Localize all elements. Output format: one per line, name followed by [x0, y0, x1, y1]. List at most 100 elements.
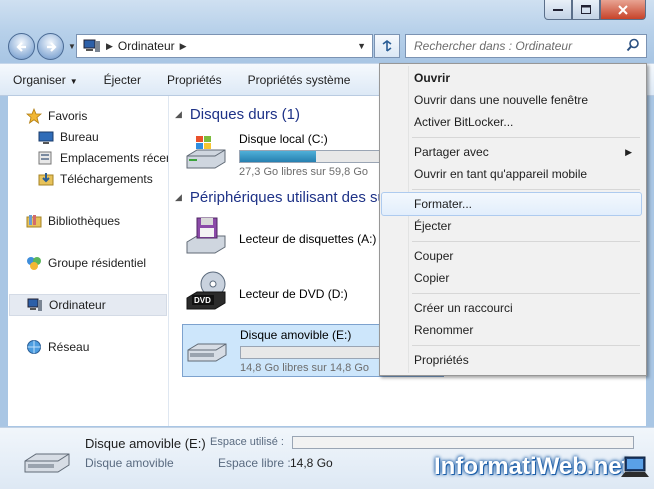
system-properties-button[interactable]: Propriétés système: [235, 73, 364, 87]
organize-menu-button[interactable]: Organiser ▼: [0, 73, 91, 87]
libraries-icon: [26, 215, 42, 228]
organize-label: Organiser: [13, 72, 66, 87]
details-free-value: 14,8 Go: [290, 456, 333, 470]
address-bar[interactable]: ▶ Ordinateur ▶ ▼: [76, 34, 373, 58]
close-button[interactable]: [600, 0, 646, 20]
menu-separator: [412, 137, 640, 138]
hard-disk-windows-icon: [186, 136, 226, 169]
drive-free-space: 14,8 Go libres sur 14,8 Go: [240, 362, 370, 374]
sidebar-item-downloads[interactable]: Téléchargements: [38, 169, 168, 189]
submenu-arrow-icon: ▶: [625, 146, 632, 157]
minimize-button[interactable]: [544, 0, 572, 20]
homegroup-icon: [27, 257, 41, 270]
chevron-down-icon: ▼: [69, 76, 78, 86]
desktop-icon: [38, 131, 54, 144]
network-icon: [27, 340, 41, 354]
sidebar-item-network[interactable]: Réseau: [26, 337, 166, 357]
drive-name: Lecteur de DVD (D:): [239, 287, 348, 301]
menu-item-format[interactable]: Formater...: [381, 192, 642, 216]
sidebar-item-label: Bureau: [60, 130, 99, 144]
details-name: Disque amovible (E:): [85, 436, 206, 451]
maximize-icon: [581, 5, 591, 14]
menu-item-create-shortcut[interactable]: Créer un raccourci: [382, 297, 642, 319]
search-icon[interactable]: [626, 38, 640, 52]
forward-button[interactable]: [37, 33, 64, 60]
drive-usage-bar: [239, 150, 381, 163]
details-used-label: Espace utilisé :: [210, 436, 284, 448]
recent-pages-dropdown[interactable]: ▼: [68, 42, 76, 51]
drive-name: Disque amovible (E:): [240, 328, 352, 342]
sidebar-item-label: Groupe résidentiel: [48, 256, 147, 270]
laptop-logo-icon: [621, 456, 649, 477]
drive-name: Disque local (C:): [239, 132, 328, 146]
details-type: Disque amovible: [85, 456, 174, 470]
menu-item-enable-bitlocker[interactable]: Activer BitLocker...: [382, 111, 642, 133]
drive-item-dvd-d[interactable]: DVD Lecteur de DVD (D:): [183, 271, 348, 311]
sidebar-item-label: Favoris: [48, 109, 88, 123]
drive-name: Lecteur de disquettes (A:): [239, 232, 377, 246]
minimize-icon: [553, 8, 563, 11]
computer-icon: [27, 298, 42, 311]
refresh-button[interactable]: [374, 34, 400, 58]
forward-arrow-icon: [46, 41, 57, 52]
maximize-button[interactable]: [572, 0, 600, 20]
drive-free-space: 27,3 Go libres sur 59,8 Go: [239, 166, 369, 178]
context-menu: Ouvrir Ouvrir dans une nouvelle fenêtre …: [379, 63, 647, 376]
address-dropdown-icon[interactable]: ▼: [357, 41, 366, 51]
usb-drive-icon: [187, 343, 227, 362]
sidebar-item-label: Bibliothèques: [48, 214, 121, 228]
sidebar-item-recent-places[interactable]: Emplacements récer: [38, 148, 168, 168]
sidebar-item-label: Ordinateur: [49, 298, 106, 312]
back-arrow-icon: [15, 41, 26, 52]
search-input[interactable]: [412, 35, 621, 57]
menu-item-eject[interactable]: Éjecter: [382, 215, 642, 237]
group-header-hard-disks[interactable]: ◢ Disques durs (1): [175, 106, 300, 123]
menu-item-share-with[interactable]: Partager avec ▶: [382, 141, 642, 163]
sidebar-item-libraries[interactable]: Bibliothèques: [26, 211, 166, 231]
eject-button[interactable]: Éjecter: [91, 73, 154, 87]
breadcrumb-chevron-icon[interactable]: ▶: [180, 41, 187, 52]
group-header-removable[interactable]: ◢ Périphériques utilisant des su: [175, 189, 386, 206]
usb-drive-icon: [24, 453, 70, 473]
downloads-folder-icon: [38, 173, 54, 186]
menu-item-open-new-window[interactable]: Ouvrir dans une nouvelle fenêtre: [382, 89, 642, 111]
menu-item-open[interactable]: Ouvrir: [382, 67, 642, 89]
details-free-label: Espace libre :: [218, 456, 291, 470]
sidebar-item-label: Téléchargements: [60, 172, 153, 186]
search-box: [405, 34, 647, 58]
collapse-triangle-icon[interactable]: ◢: [175, 109, 182, 120]
group-header-label: Périphériques utilisant des su: [189, 189, 386, 206]
drive-item-local-c[interactable]: Disque local (C:) 27,3 Go libres sur 59,…: [183, 132, 381, 178]
breadcrumb-computer[interactable]: Ordinateur: [118, 39, 175, 53]
breadcrumb-separator-icon[interactable]: ▶: [106, 41, 113, 52]
sidebar-item-label: Réseau: [48, 340, 90, 354]
menu-item-copy[interactable]: Copier: [382, 267, 642, 289]
menu-item-rename[interactable]: Renommer: [382, 319, 642, 341]
svg-text:DVD: DVD: [194, 296, 211, 305]
menu-item-properties[interactable]: Propriétés: [382, 349, 642, 371]
details-usage-bar: [292, 436, 634, 449]
sidebar-item-label: Emplacements récer: [60, 151, 169, 165]
explorer-window: ▼ ▶ Ordinateur ▶ ▼ Organiser▼ Éjecter Pr…: [0, 0, 654, 489]
back-button[interactable]: [8, 33, 35, 60]
navigation-buttons: ▼: [8, 33, 76, 60]
menu-separator: [412, 241, 640, 242]
menu-separator: [412, 345, 640, 346]
menu-item-cut[interactable]: Couper: [382, 245, 642, 267]
properties-button[interactable]: Propriétés: [154, 73, 235, 87]
sidebar-item-desktop[interactable]: Bureau: [38, 127, 168, 147]
computer-icon: [83, 39, 100, 52]
refresh-icon: [382, 40, 392, 52]
navigation-pane: Favoris Bureau Emplacements récer Téléch…: [8, 96, 169, 426]
drive-item-floppy-a[interactable]: Lecteur de disquettes (A:): [183, 216, 376, 256]
drive-usage-bar: [240, 346, 382, 359]
sidebar-item-computer[interactable]: Ordinateur: [9, 294, 167, 316]
menu-separator: [412, 189, 640, 190]
collapse-triangle-icon[interactable]: ◢: [175, 192, 182, 203]
recent-places-icon: [38, 151, 52, 165]
menu-item-open-as-portable-device[interactable]: Ouvrir en tant qu'appareil mobile: [382, 163, 642, 185]
sidebar-item-favorites[interactable]: Favoris: [26, 106, 166, 126]
watermark-logo: InformatiWeb.net: [434, 453, 630, 480]
group-header-label: Disques durs (1): [189, 106, 300, 123]
sidebar-item-homegroup[interactable]: Groupe résidentiel: [26, 253, 166, 273]
